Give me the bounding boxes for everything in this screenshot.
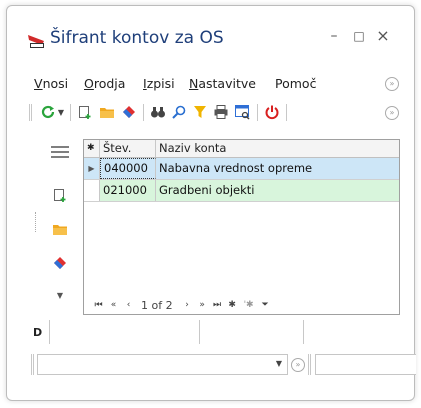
window-title: Šifrant kontov za OS [50, 28, 224, 48]
nav-position: 1 of 2 [141, 298, 173, 312]
toolbar: ▼ » [7, 102, 414, 124]
nav-next-icon[interactable]: › [181, 300, 194, 310]
bottom-input[interactable] [315, 354, 416, 375]
column-header-name[interactable]: Naziv konta [156, 140, 399, 157]
toolbar-separator [143, 104, 144, 121]
menu-izpisi[interactable]: Izpisi [143, 76, 175, 91]
sidebar-new-record-icon[interactable] [49, 184, 71, 206]
nav-prev-icon[interactable]: ‹ [122, 300, 135, 310]
column-header-number[interactable]: Štev. [100, 140, 156, 157]
print-icon[interactable] [211, 102, 231, 122]
bottom-grip [308, 354, 311, 375]
refresh-dropdown-icon[interactable]: ▼ [56, 102, 66, 122]
app-logo-icon [28, 35, 44, 48]
title-bar: Šifrant kontov za OS – □ × [7, 6, 414, 58]
sidebar-open-folder-icon[interactable] [49, 218, 71, 240]
power-icon[interactable] [262, 102, 282, 122]
grid-navigator: ⏮ « ‹ 1 of 2 › » ⏭ ✱ '✱ ⏷ [92, 298, 274, 312]
filter-icon[interactable] [190, 102, 210, 122]
divider [199, 320, 200, 344]
app-window: Šifrant kontov za OS – □ × Vnosi Orodja … [6, 5, 416, 401]
bottom-grip [31, 354, 34, 375]
menu-vnosi[interactable]: Vnosi [34, 76, 68, 91]
binoculars-icon[interactable] [148, 102, 168, 122]
refresh-icon[interactable] [38, 102, 58, 122]
toolbar-separator [257, 104, 258, 121]
accounts-grid: ✱ Štev. Naziv konta ▶ 040000 Nabavna vre… [83, 139, 400, 315]
table-row[interactable]: ▶ 040000 Nabavna vrednost opreme [84, 158, 399, 180]
grid-header: ✱ Štev. Naziv konta [84, 140, 399, 158]
grid-header-marker: ✱ [84, 140, 100, 157]
nav-delete-icon[interactable]: '✱ [241, 300, 257, 310]
cell-number[interactable]: 040000 [100, 158, 156, 179]
new-record-icon[interactable] [75, 102, 95, 122]
cell-number[interactable]: 021000 [100, 180, 156, 201]
menu-overflow-icon[interactable]: » [385, 77, 399, 91]
close-button[interactable]: × [376, 26, 390, 45]
maximize-button[interactable]: □ [352, 29, 366, 43]
table-row[interactable]: 021000 Gradbeni objekti [84, 180, 399, 202]
sidebar-eraser-icon[interactable] [49, 252, 71, 274]
menu-orodja[interactable]: Orodja [84, 76, 125, 91]
nav-prev-page-icon[interactable]: « [107, 300, 120, 310]
account-select[interactable]: ▼ [37, 354, 288, 375]
bottom-overflow-icon[interactable]: » [291, 358, 305, 372]
menu-bar: Vnosi Orodja Izpisi Nastavitve Pomoč » [7, 76, 414, 94]
sidebar-grip [35, 212, 37, 232]
nav-filter-icon[interactable]: ⏷ [259, 300, 272, 310]
toolbar-separator [70, 104, 71, 121]
nav-first-icon[interactable]: ⏮ [92, 300, 105, 310]
divider [303, 320, 304, 344]
toolbar-grip [29, 104, 32, 121]
nav-append-icon[interactable]: ✱ [226, 300, 239, 310]
nav-next-page-icon[interactable]: » [196, 300, 209, 310]
divider [49, 320, 50, 344]
menu-nastavitve[interactable]: Nastavitve [189, 76, 256, 91]
search-icon[interactable] [169, 102, 189, 122]
toolbar-separator [286, 104, 287, 121]
nav-last-icon[interactable]: ⏭ [211, 300, 224, 310]
cell-name[interactable]: Gradbeni objekti [156, 180, 399, 201]
print-preview-icon[interactable] [232, 102, 252, 122]
sidebar-dropdown-icon[interactable]: ▼ [49, 284, 71, 306]
row-indicator [84, 180, 100, 201]
toolbar-overflow-icon[interactable]: » [385, 106, 399, 120]
bottom-label: D [33, 326, 43, 339]
row-indicator-icon: ▶ [84, 158, 100, 179]
hamburger-menu-icon[interactable] [49, 141, 71, 163]
dropdown-arrow-icon[interactable]: ▼ [276, 359, 282, 368]
open-folder-icon[interactable] [97, 102, 117, 122]
eraser-icon[interactable] [119, 102, 139, 122]
menu-pomoc[interactable]: Pomoč [275, 76, 316, 91]
cell-name[interactable]: Nabavna vrednost opreme [156, 158, 399, 179]
minimize-button[interactable]: – [327, 28, 341, 44]
